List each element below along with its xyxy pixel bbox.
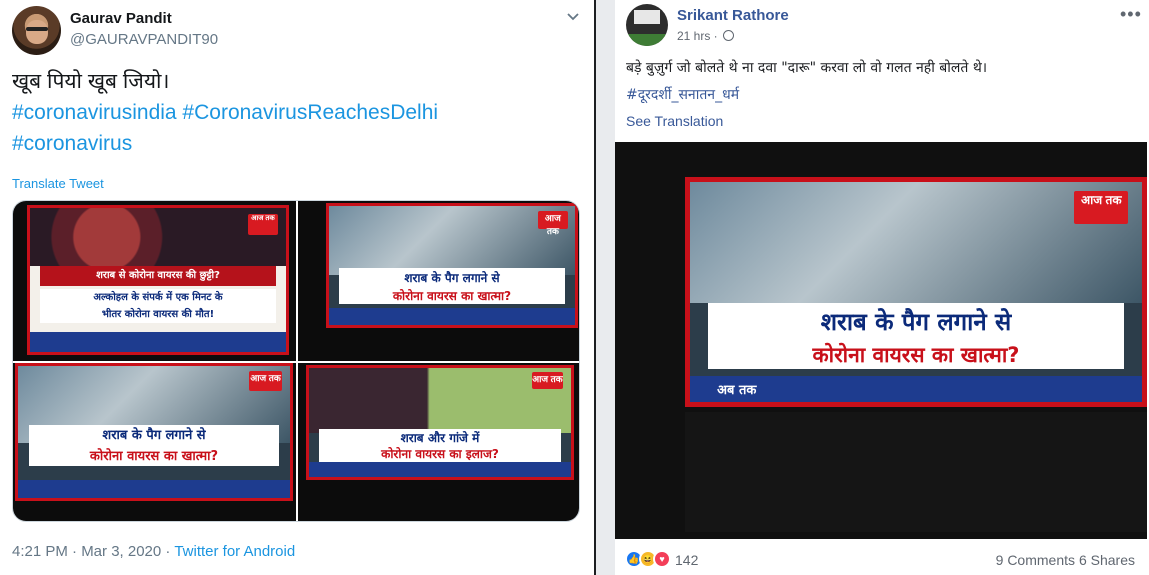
tweet-image-4[interactable]: आज तक शराब और गांजे में कोरोना वायरस का … xyxy=(298,363,579,521)
headline: शराब के पैग लगाने से xyxy=(708,303,1124,341)
tweet-timestamp[interactable]: 4:21 PM · Mar 3, 2020 · xyxy=(12,543,174,560)
subheadline: कोरोना वायरस का खात्मा? xyxy=(708,340,1124,369)
hashtag-link[interactable]: #दूरदर्शी_सनातन_धर्म xyxy=(626,85,739,104)
more-options-icon[interactable]: ••• xyxy=(1120,4,1142,25)
comments-link[interactable]: 9 Comments xyxy=(996,552,1075,568)
subheadline: कोरोना वायरस का इलाज? xyxy=(319,446,561,463)
user-avatar[interactable] xyxy=(626,4,668,46)
hashtag-link[interactable]: #coronavirus xyxy=(12,128,572,159)
subheadline: कोरोना वायरस का खात्मा? xyxy=(338,286,566,304)
see-translation-link[interactable]: See Translation xyxy=(626,113,723,129)
user-avatar[interactable] xyxy=(12,6,61,55)
user-handle[interactable]: @GAURAVPANDIT90 xyxy=(70,31,218,48)
tweet-image-2[interactable]: आज तक शराब के पैग लगाने से कोरोना वायरस … xyxy=(298,201,579,361)
shares-link[interactable]: 6 Shares xyxy=(1079,552,1135,568)
translate-tweet-link[interactable]: Translate Tweet xyxy=(12,176,104,191)
tweet-source-link[interactable]: Twitter for Android xyxy=(174,543,295,560)
post-text: बड़े बुज़ुर्ग जो बोलते थे ना दवा "दारू" … xyxy=(626,60,988,76)
tweet-media-grid: आज तक शराब से कोरोना वायरस की छुट्टी? अल… xyxy=(12,200,580,522)
tweet-text: खूब पियो खूब जियो। #coronavirusindia #Co… xyxy=(12,66,572,159)
headline: शराब और गांजे में xyxy=(319,429,561,447)
panel-divider xyxy=(594,0,615,575)
post-time[interactable]: 21 hrs · xyxy=(677,29,735,43)
post-photo[interactable]: आज तक शराब के पैग लगाने से कोरोना वायरस … xyxy=(615,142,1147,539)
tweet-text-line: खूब पियो खूब जियो। xyxy=(12,70,170,93)
facebook-post: Srikant Rathore 21 hrs · ••• बड़े बुज़ुर… xyxy=(615,0,1149,575)
subheadline: अल्कोहल के संपर्क में एक मिनट के xyxy=(40,288,276,306)
love-reaction-icon[interactable]: ♥ xyxy=(653,550,671,568)
user-name[interactable]: Gaurav Pandit xyxy=(70,10,172,27)
tweet-image-1[interactable]: आज तक शराब से कोरोना वायरस की छुट्टी? अल… xyxy=(13,201,296,361)
user-name[interactable]: Srikant Rathore xyxy=(677,7,789,24)
tweet-image-3[interactable]: आज तक शराब के पैग लगाने से कोरोना वायरस … xyxy=(13,363,296,521)
chevron-down-icon[interactable] xyxy=(566,9,580,23)
hashtag-link[interactable]: #coronavirusindia #CoronavirusReachesDel… xyxy=(12,97,572,128)
subheadline: कोरोना वायरस का खात्मा? xyxy=(28,446,280,467)
tweet-meta: 4:21 PM · Mar 3, 2020 · Twitter for Andr… xyxy=(12,543,295,560)
reaction-count[interactable]: 142 xyxy=(675,552,698,568)
headline: शराब के पैग लगाने से xyxy=(338,267,566,287)
subheadline: भीतर कोरोना वायरस की मौत! xyxy=(40,305,276,324)
headline: शराब के पैग लगाने से xyxy=(28,425,280,447)
globe-icon xyxy=(723,30,735,41)
headline: शराब से कोरोना वायरस की छुट्टी? xyxy=(40,265,276,286)
tweet-card: Gaurav Pandit @GAURAVPANDIT90 खूब पियो ख… xyxy=(0,0,594,575)
post-footer: 👍 😆 ♥ 142 9 Comments 6 Shares xyxy=(615,541,1149,575)
ticker-label: अब तक xyxy=(717,382,757,398)
